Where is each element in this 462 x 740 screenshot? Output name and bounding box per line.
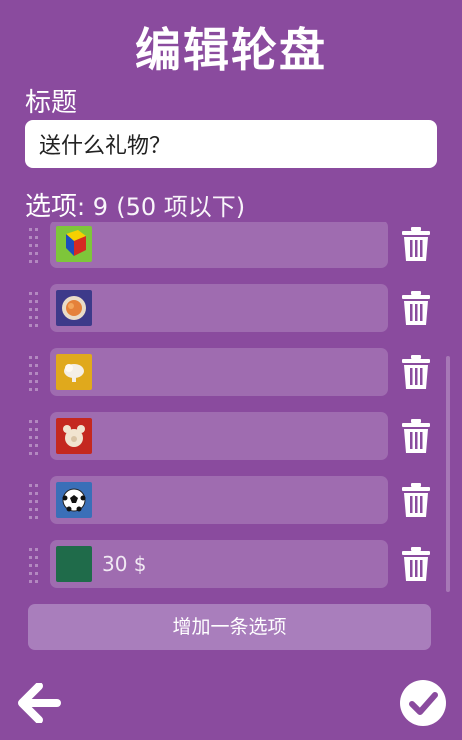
add-option-button[interactable]: 增加一条选项 bbox=[28, 604, 431, 650]
delete-icon[interactable] bbox=[401, 354, 431, 390]
option-row[interactable] bbox=[0, 284, 462, 332]
cake-icon[interactable] bbox=[56, 354, 92, 390]
drag-handle-icon[interactable] bbox=[29, 350, 39, 394]
delete-icon[interactable] bbox=[401, 290, 431, 326]
delete-icon[interactable] bbox=[401, 482, 431, 518]
title-input[interactable] bbox=[25, 120, 437, 168]
back-arrow-icon[interactable] bbox=[17, 682, 61, 724]
delete-icon[interactable] bbox=[401, 226, 431, 262]
option-field[interactable] bbox=[50, 222, 388, 268]
option-field[interactable] bbox=[50, 284, 388, 332]
options-label: 选项 bbox=[25, 192, 78, 222]
option-row[interactable] bbox=[0, 222, 462, 268]
option-row[interactable] bbox=[0, 348, 462, 396]
option-row[interactable] bbox=[0, 476, 462, 524]
options-count: : 9 bbox=[77, 193, 108, 221]
soccer-ball-icon[interactable] bbox=[56, 482, 92, 518]
title-label: 标题 bbox=[25, 88, 78, 118]
food-bowl-icon[interactable] bbox=[56, 290, 92, 326]
drag-handle-icon[interactable] bbox=[29, 222, 39, 266]
teddy-bear-icon[interactable] bbox=[56, 418, 92, 454]
confirm-check-icon[interactable] bbox=[400, 680, 446, 726]
green-swatch-icon[interactable] bbox=[56, 546, 92, 582]
scrollbar[interactable] bbox=[446, 356, 450, 592]
option-field[interactable] bbox=[50, 412, 388, 460]
drag-handle-icon[interactable] bbox=[29, 542, 39, 586]
delete-icon[interactable] bbox=[401, 418, 431, 454]
drag-handle-icon[interactable] bbox=[29, 478, 39, 522]
delete-icon[interactable] bbox=[401, 546, 431, 582]
option-field[interactable]: 30 $ bbox=[50, 540, 388, 588]
option-field[interactable] bbox=[50, 348, 388, 396]
rubiks-cube-icon[interactable] bbox=[56, 226, 92, 262]
options-list[interactable]: 30 $ bbox=[0, 222, 462, 592]
options-limit: (50 项以下) bbox=[116, 193, 246, 221]
page-title: 编辑轮盘 bbox=[135, 23, 327, 77]
drag-handle-icon[interactable] bbox=[29, 414, 39, 458]
option-field[interactable] bbox=[50, 476, 388, 524]
option-row[interactable] bbox=[0, 412, 462, 460]
option-row[interactable]: 30 $ bbox=[0, 540, 462, 588]
options-header: 选项: 9 (50 项以下) bbox=[25, 186, 245, 223]
drag-handle-icon[interactable] bbox=[29, 286, 39, 330]
